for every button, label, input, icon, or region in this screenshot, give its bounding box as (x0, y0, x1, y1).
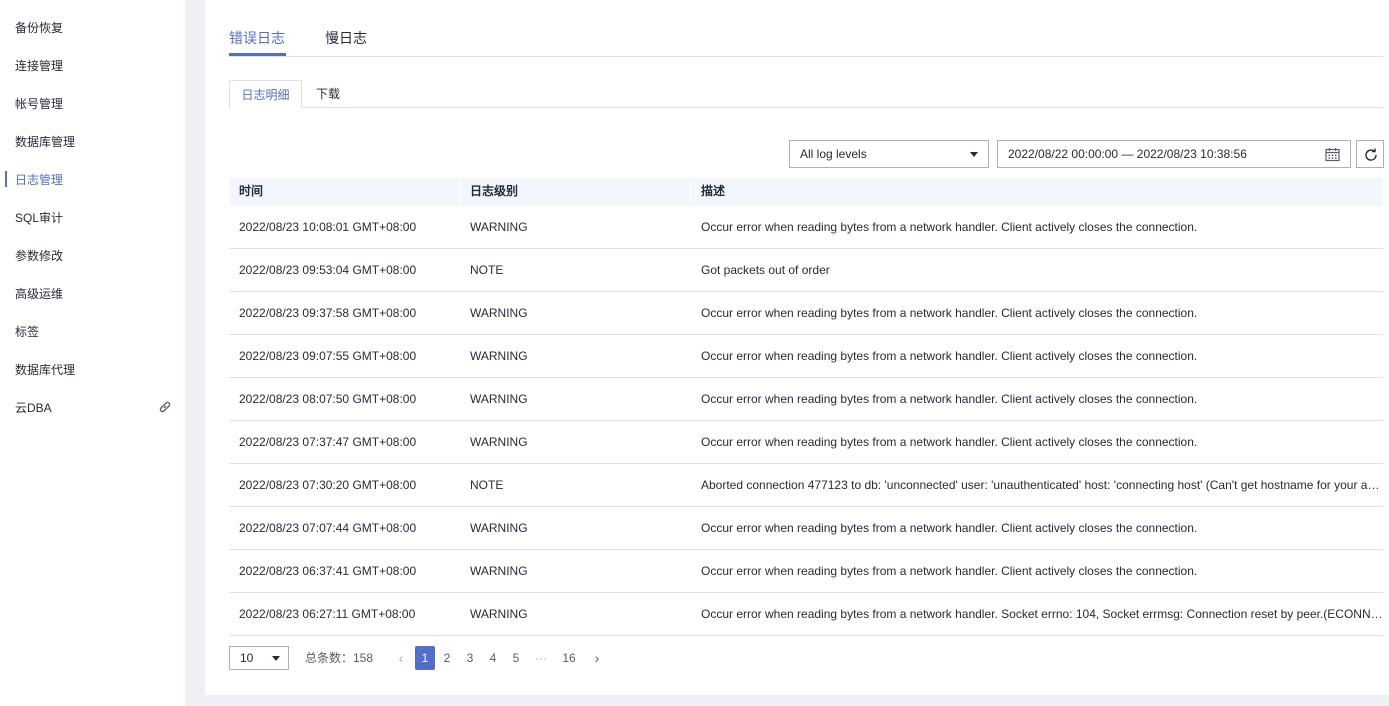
page-button-5[interactable]: 5 (510, 646, 522, 670)
table-row: 2022/08/23 09:37:58 GMT+08:00 WARNING Oc… (229, 292, 1383, 335)
sidebar-item-label: 云DBA (15, 400, 52, 415)
cell-description: Occur error when reading bytes from a ne… (701, 521, 1198, 535)
error-log-table: 时间 日志级别 描述 2022/08/23 10:08:01 GMT+08:00… (229, 178, 1383, 636)
date-range-picker[interactable]: 2022/08/22 00:00:00 — 2022/08/23 10:38:5… (997, 140, 1351, 168)
log-level-value: All log levels (800, 147, 867, 161)
cell-description: Aborted connection 477123 to db: 'unconn… (701, 478, 1383, 492)
page-size-value: 10 (240, 651, 254, 665)
cell-description: Got packets out of order (701, 263, 830, 277)
sidebar-item-label: 日志管理 (15, 172, 64, 187)
cell-level: NOTE (470, 263, 504, 277)
table-row: 2022/08/23 09:07:55 GMT+08:00 WARNING Oc… (229, 335, 1383, 378)
cell-level: WARNING (470, 220, 528, 234)
sidebar-item-parameters[interactable]: 参数修改 (0, 236, 185, 274)
sidebar-item-cloud-dba[interactable]: 云DBA (0, 388, 185, 426)
calendar-icon (1325, 148, 1340, 162)
cell-time: 2022/08/23 06:37:41 GMT+08:00 (239, 564, 417, 578)
tab-log-details[interactable]: 日志明细 (229, 80, 302, 109)
total-count: 总条数：158 (305, 651, 374, 665)
tab-download[interactable]: 下载 (316, 80, 340, 108)
sidebar-item-databases[interactable]: 数据库管理 (0, 122, 185, 160)
secondary-tabs: 日志明细 下载 (229, 80, 1383, 109)
page-button-1[interactable]: 1 (415, 646, 435, 670)
cell-level: WARNING (470, 607, 528, 621)
cell-time: 2022/08/23 09:53:04 GMT+08:00 (239, 263, 417, 277)
page-size-select[interactable]: 10 (229, 646, 289, 670)
sidebar-item-label: 备份恢复 (15, 20, 64, 35)
sidebar-item-label: SQL审计 (15, 210, 64, 225)
column-header-level[interactable]: 日志级别 (460, 178, 518, 206)
cell-level: WARNING (470, 564, 528, 578)
table-row: 2022/08/23 06:37:41 GMT+08:00 WARNING Oc… (229, 550, 1383, 593)
cell-level: WARNING (470, 392, 528, 406)
sidebar-item-backup-restore[interactable]: 备份恢复 (0, 8, 185, 46)
chevron-down-icon (272, 656, 280, 661)
sidebar-item-label: 数据库代理 (15, 362, 76, 377)
table-row: 2022/08/23 09:53:04 GMT+08:00 NOTE Got p… (229, 249, 1383, 292)
cell-level: WARNING (470, 435, 528, 449)
chevron-down-icon (970, 152, 978, 157)
table-row: 2022/08/23 08:07:50 GMT+08:00 WARNING Oc… (229, 378, 1383, 421)
cell-level: NOTE (470, 478, 504, 492)
cell-level: WARNING (470, 306, 528, 320)
cell-time: 2022/08/23 06:27:11 GMT+08:00 (239, 607, 416, 621)
column-header-description[interactable]: 描述 (691, 178, 725, 206)
link-icon (159, 401, 171, 413)
cell-time: 2022/08/23 09:37:58 GMT+08:00 (239, 306, 417, 320)
cell-description: Occur error when reading bytes from a ne… (701, 349, 1198, 363)
sidebar-item-label: 帐号管理 (15, 96, 64, 111)
cell-description: Occur error when reading bytes from a ne… (701, 392, 1198, 406)
cell-level: WARNING (470, 349, 528, 363)
cell-time: 2022/08/23 07:30:20 GMT+08:00 (239, 478, 417, 492)
refresh-icon (1365, 148, 1377, 161)
table-row: 2022/08/23 07:37:47 GMT+08:00 WARNING Oc… (229, 421, 1383, 464)
main-panel: 错误日志 慢日志 日志明细 下载 All log levels 2022/08/… (205, 0, 1389, 695)
sidebar-item-sql-audit[interactable]: SQL审计 (0, 198, 185, 236)
cell-description: Occur error when reading bytes from a ne… (701, 564, 1198, 578)
cell-time: 2022/08/23 07:37:47 GMT+08:00 (239, 435, 417, 449)
page-button-2[interactable]: 2 (441, 646, 453, 670)
sidebar-item-logs[interactable]: 日志管理 (0, 160, 185, 198)
sidebar-item-db-proxy[interactable]: 数据库代理 (0, 350, 185, 388)
sidebar-item-label: 连接管理 (15, 58, 64, 73)
page-ellipsis[interactable]: ··· (533, 646, 549, 670)
next-page-button[interactable]: › (591, 646, 603, 670)
page-button-4[interactable]: 4 (487, 646, 499, 670)
log-level-select[interactable]: All log levels (789, 140, 989, 168)
table-header: 时间 日志级别 描述 (229, 178, 1383, 206)
active-tab-indicator (229, 53, 286, 56)
sidebar-item-advanced-ops[interactable]: 高级运维 (0, 274, 185, 312)
prev-page-button[interactable]: ‹ (395, 646, 407, 670)
table-row: 2022/08/23 07:30:20 GMT+08:00 NOTE Abort… (229, 464, 1383, 507)
cell-time: 2022/08/23 08:07:50 GMT+08:00 (239, 392, 417, 406)
page-button-3[interactable]: 3 (464, 646, 476, 670)
cell-time: 2022/08/23 07:07:44 GMT+08:00 (239, 521, 417, 535)
cell-level: WARNING (470, 521, 528, 535)
sidebar-item-label: 数据库管理 (15, 134, 76, 149)
pagination: 10 总条数：158 ‹ 1 2 3 4 5 ··· 16 › (229, 646, 829, 670)
sidebar-item-accounts[interactable]: 帐号管理 (0, 84, 185, 122)
cell-description: Occur error when reading bytes from a ne… (701, 435, 1198, 449)
sidebar-item-tags[interactable]: 标签 (0, 312, 185, 350)
page-button-16[interactable]: 16 (561, 646, 577, 670)
tab-error-log[interactable]: 错误日志 (229, 28, 285, 48)
table-row: 2022/08/23 10:08:01 GMT+08:00 WARNING Oc… (229, 206, 1383, 249)
refresh-button[interactable] (1356, 140, 1384, 168)
cell-description: Occur error when reading bytes from a ne… (701, 607, 1383, 621)
table-row: 2022/08/23 07:07:44 GMT+08:00 WARNING Oc… (229, 507, 1383, 550)
tab-slow-log[interactable]: 慢日志 (325, 28, 367, 48)
sidebar-item-label: 标签 (15, 324, 40, 339)
sidebar-item-label: 参数修改 (15, 248, 64, 263)
date-range-value: 2022/08/22 00:00:00 — 2022/08/23 10:38:5… (1008, 147, 1247, 161)
column-header-time[interactable]: 时间 (229, 178, 263, 206)
cell-time: 2022/08/23 10:08:01 GMT+08:00 (239, 220, 417, 234)
primary-tabs: 错误日志 慢日志 (229, 0, 1383, 57)
table-row: 2022/08/23 06:27:11 GMT+08:00 WARNING Oc… (229, 593, 1383, 636)
cell-time: 2022/08/23 09:07:55 GMT+08:00 (239, 349, 417, 363)
cell-description: Occur error when reading bytes from a ne… (701, 220, 1198, 234)
sidebar-item-label: 高级运维 (15, 286, 64, 301)
sidebar: 备份恢复 连接管理 帐号管理 数据库管理 日志管理 SQL审计 参数修改 高级运… (0, 0, 185, 706)
cell-description: Occur error when reading bytes from a ne… (701, 306, 1198, 320)
sidebar-item-connection[interactable]: 连接管理 (0, 46, 185, 84)
